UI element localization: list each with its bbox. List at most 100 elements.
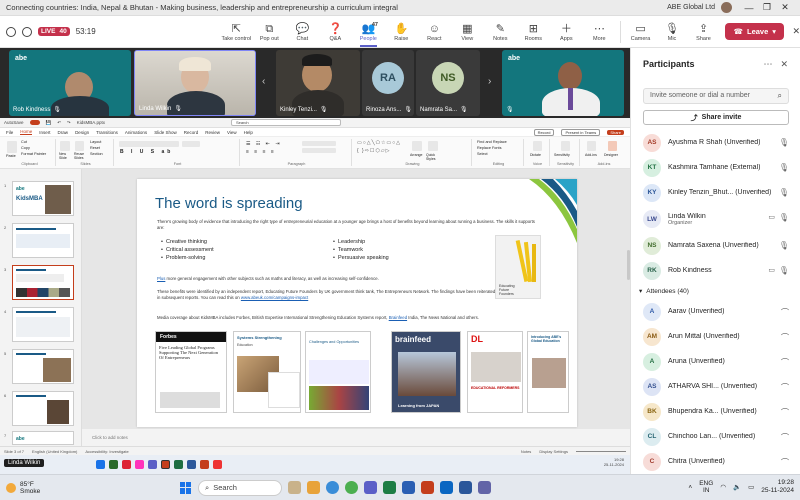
attendees-section-header[interactable]: ▾ Attendees (40) bbox=[631, 283, 800, 299]
zoom-slider[interactable] bbox=[576, 450, 626, 452]
start-icon[interactable] bbox=[180, 481, 192, 494]
font-name-select[interactable] bbox=[119, 141, 179, 147]
meeting-info-icon[interactable] bbox=[6, 26, 16, 37]
ppt-tab-slide-show[interactable]: Slide Show bbox=[154, 130, 177, 135]
battery-icon[interactable]: ▭ bbox=[748, 483, 754, 491]
share-invite-button[interactable]: ⤴ Share invite bbox=[643, 110, 789, 125]
language-indicator[interactable]: ENG IN bbox=[699, 480, 713, 494]
notes-button[interactable]: ✎ Notes bbox=[484, 22, 517, 42]
q-a-button[interactable]: ❓ Q&A bbox=[319, 22, 352, 42]
slide-thumb-5[interactable] bbox=[12, 349, 74, 384]
slide-thumb-3[interactable] bbox=[12, 265, 74, 300]
raise-button[interactable]: ✋ Raise bbox=[385, 22, 418, 42]
participant-row[interactable]: LW Linda Wilkin Organizer ▭ 🎙 bbox=[631, 205, 800, 233]
chrome-icon[interactable] bbox=[345, 481, 358, 494]
ppt-tab-help[interactable]: Help bbox=[244, 130, 253, 135]
rooms-button[interactable]: ⊞ Rooms bbox=[517, 22, 550, 42]
participant-row[interactable]: AS Ayushma R Shah (Unverified) 🎙 bbox=[631, 130, 800, 155]
gallery-next-icon[interactable]: › bbox=[488, 76, 491, 87]
ppt-tab-insert[interactable]: Insert bbox=[39, 130, 50, 135]
wifi-icon[interactable]: ◠ bbox=[720, 483, 726, 491]
ppt-search-input[interactable]: Search bbox=[230, 119, 341, 126]
view-button[interactable]: ▦ View bbox=[451, 22, 484, 42]
widgets-icon[interactable] bbox=[288, 481, 301, 494]
slide-thumb-2[interactable] bbox=[12, 223, 74, 258]
close-window-icon[interactable]: ✕ bbox=[776, 2, 794, 13]
mic-button[interactable]: 🎙 Mic bbox=[656, 22, 688, 42]
video-tile-namrata[interactable]: NS Namrata Sa... 🎙 bbox=[416, 50, 480, 116]
word-icon[interactable] bbox=[459, 481, 472, 494]
people-button[interactable]: 👥 People 47 bbox=[352, 22, 385, 47]
notes-toggle[interactable]: Notes bbox=[521, 449, 531, 454]
participant-row[interactable]: A Aruna (Unverified) ⌒ bbox=[631, 349, 800, 374]
text-direction-button[interactable] bbox=[302, 141, 336, 146]
participant-row[interactable]: AS ATHARVA SHI... (Unverified) ⌒ bbox=[631, 374, 800, 399]
layout-button[interactable]: Layout bbox=[90, 140, 101, 144]
designer-icon[interactable] bbox=[608, 141, 617, 151]
undo-icon[interactable]: ↶ bbox=[57, 120, 61, 126]
participant-row[interactable]: BK Bhupendra Ka... (Unverified) ⌒ bbox=[631, 399, 800, 424]
gallery-prev-icon[interactable]: ‹ bbox=[262, 76, 265, 87]
slide-thumb-7[interactable]: abe bbox=[12, 431, 74, 445]
leave-button[interactable]: ☎ Leave ▾ bbox=[725, 23, 785, 40]
slide-thumb-1[interactable]: abe KidsMBA bbox=[12, 181, 74, 216]
ppt-tab-home[interactable]: Home bbox=[20, 129, 33, 135]
video-tile-rob-kindness[interactable]: abe Rob Kindness 🎙 bbox=[9, 50, 131, 116]
arrange-icon[interactable] bbox=[412, 141, 422, 151]
close-panel-icon[interactable]: ✕ bbox=[780, 59, 788, 70]
pop-out-button[interactable]: ⧉ Pop out bbox=[253, 22, 286, 42]
align-text-button[interactable] bbox=[302, 148, 336, 153]
participant-row[interactable]: NS Namrata Saxena (Unverified) 🎙 bbox=[631, 233, 800, 258]
ppt-tab-view[interactable]: View bbox=[227, 130, 237, 135]
participant-row[interactable]: KT Kashmira Tamhane (External) 🎙 bbox=[631, 155, 800, 180]
slide-thumb-4[interactable] bbox=[12, 307, 74, 342]
share-button[interactable]: ⇪ Share bbox=[688, 22, 720, 42]
chevron-up-icon[interactable]: ˄ bbox=[688, 484, 692, 491]
select-button[interactable]: Select bbox=[477, 152, 488, 156]
video-tile-linda-wilkin[interactable]: Linda Wilkin 🎙 bbox=[134, 50, 256, 116]
linkedin-icon[interactable] bbox=[440, 481, 453, 494]
dictate-icon[interactable] bbox=[533, 141, 542, 151]
shapes-gallery-row2[interactable]: { }⇨☐⬡▱▷ bbox=[357, 148, 390, 154]
paste-icon[interactable] bbox=[7, 141, 17, 153]
participant-row[interactable]: CL Chinchoo Lan... (Unverified) ⌒ bbox=[631, 424, 800, 449]
taskbar-search[interactable]: ⌕ Search bbox=[198, 479, 282, 496]
ppt-tab-animations[interactable]: Animations bbox=[125, 130, 147, 135]
find-button[interactable]: Find and Replace bbox=[477, 140, 507, 144]
account-avatar[interactable] bbox=[721, 2, 732, 13]
video-tile-kinley-tenzin[interactable]: Kinley Tenzi... 🎙 bbox=[276, 50, 360, 116]
excel-icon[interactable] bbox=[383, 481, 396, 494]
align-icons[interactable]: ≡ ≡ ≡ ≡ bbox=[246, 149, 276, 155]
ppt-tab-file[interactable]: File bbox=[6, 130, 13, 135]
autosave-toggle[interactable] bbox=[29, 120, 40, 125]
benefits-link[interactable]: www.abeuk.com/campaigns-impact bbox=[241, 295, 308, 300]
language-indicator[interactable]: English (United Kingdom) bbox=[32, 449, 77, 454]
reset-button[interactable]: Reset bbox=[90, 146, 100, 150]
edge-icon[interactable] bbox=[326, 481, 339, 494]
participant-row[interactable]: RK Rob Kindness ▭ 🎙 bbox=[631, 258, 800, 283]
participant-row[interactable]: C Chitra (Unverified) ⌒ bbox=[631, 449, 800, 474]
file-explorer-icon[interactable] bbox=[307, 481, 320, 494]
slide-thumb-6[interactable] bbox=[12, 391, 74, 426]
powerpoint-icon[interactable] bbox=[421, 481, 434, 494]
ppt-tab-review[interactable]: Review bbox=[205, 130, 220, 135]
redo-icon[interactable]: ↷ bbox=[67, 120, 71, 126]
outlook-icon[interactable] bbox=[402, 481, 415, 494]
teams-chat-icon[interactable] bbox=[478, 481, 491, 494]
present-in-teams-button[interactable]: Present in Teams bbox=[561, 128, 601, 136]
ppt-tab-draw[interactable]: Draw bbox=[58, 130, 69, 135]
cut-button[interactable]: Cut bbox=[21, 140, 27, 144]
apps-button[interactable]: ＋ Apps bbox=[550, 22, 583, 42]
reuse-slides-icon[interactable] bbox=[75, 141, 84, 151]
close-meeting-icon[interactable]: ✕ bbox=[792, 26, 800, 37]
more-options-icon[interactable]: ⋯ bbox=[763, 59, 772, 70]
maximize-icon[interactable]: ❐ bbox=[758, 2, 776, 13]
sensitivity-icon[interactable] bbox=[561, 141, 570, 151]
minimize-icon[interactable]: — bbox=[740, 3, 758, 13]
ppt-tab-design[interactable]: Design bbox=[75, 130, 89, 135]
taskbar-clock[interactable]: 19:28 25-11-2024 bbox=[761, 479, 794, 495]
record-button[interactable]: Record bbox=[533, 128, 555, 136]
take-control-button[interactable]: ⇱ Take control bbox=[220, 22, 253, 42]
ppt-share-button[interactable]: Share bbox=[607, 129, 624, 135]
replace-button[interactable]: Replace Fonts bbox=[477, 146, 501, 150]
